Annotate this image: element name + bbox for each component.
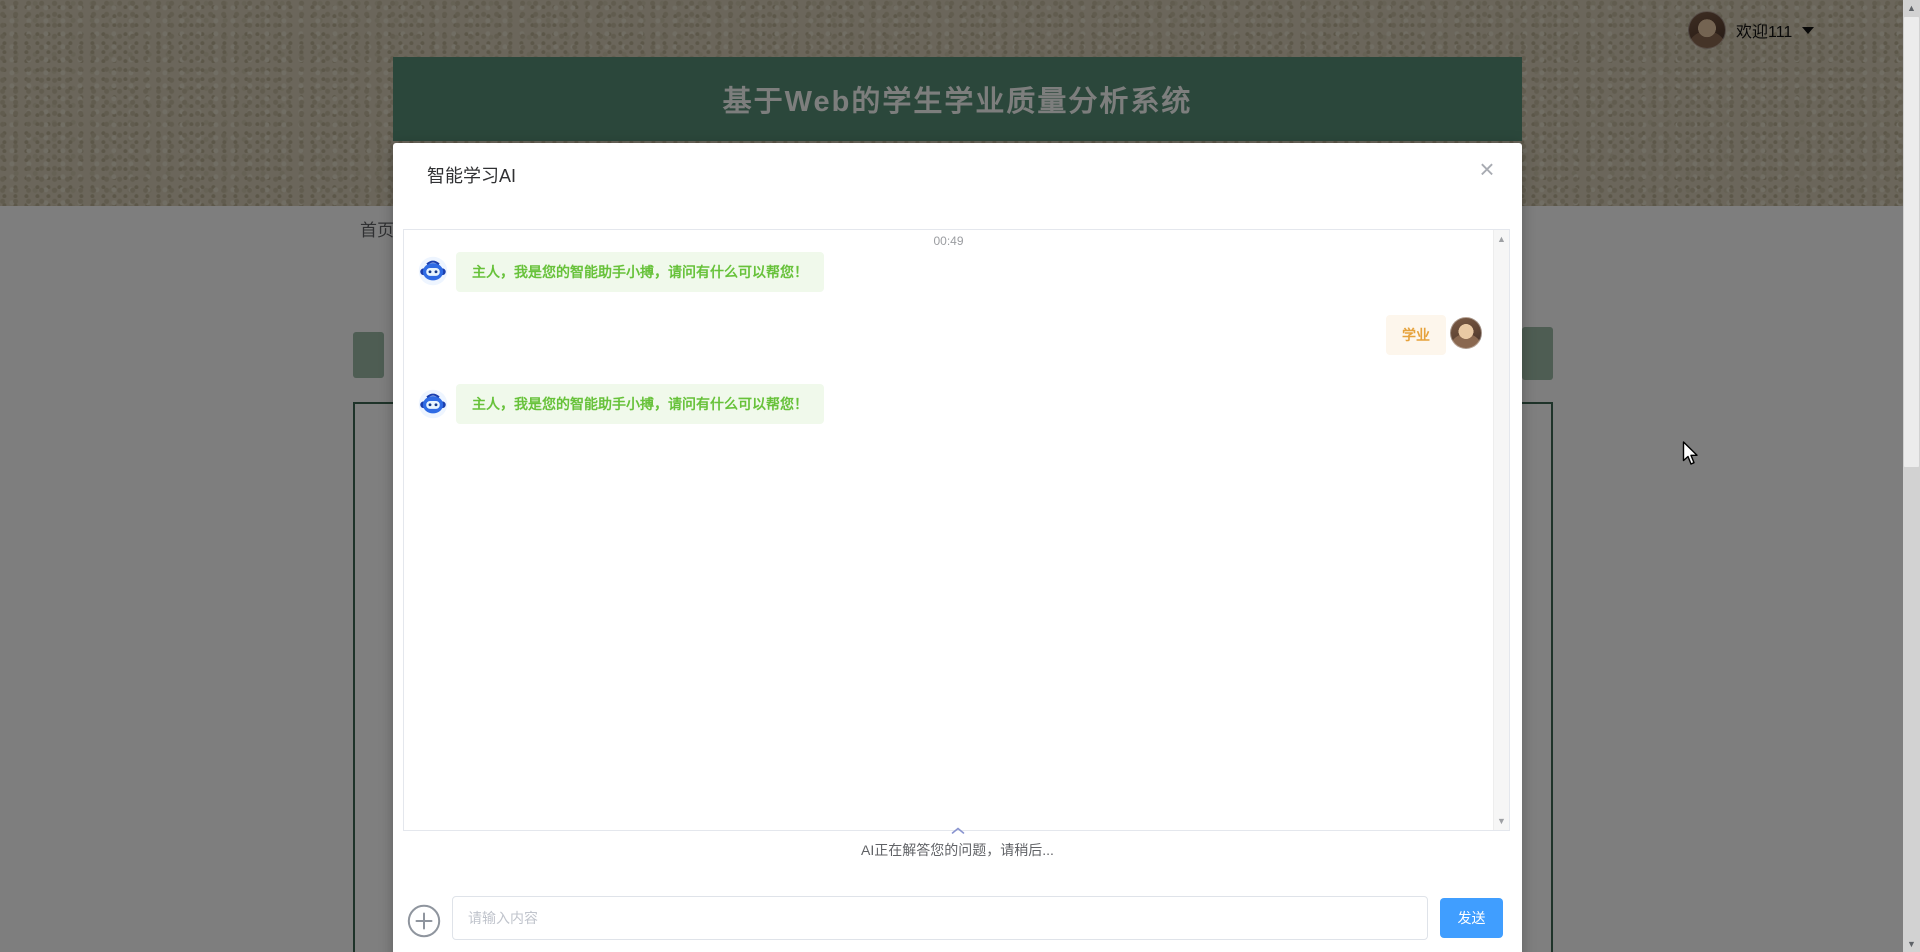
close-icon[interactable]: × [1472,155,1502,185]
robot-avatar-icon [418,389,448,419]
chat-message-area[interactable]: 00:49 主人，我是您的智能助手小搏，请问有什么可以帮您！ 学业 主人，我是您… [403,229,1510,831]
ai-status-text: AI正在解答您的问题，请稍后... [861,842,1054,858]
scroll-up-icon[interactable]: ▲ [1903,0,1920,16]
chat-timestamp: 00:49 [933,234,964,248]
chevron-up-icon [393,822,1522,840]
bot-message-bubble: 主人，我是您的智能助手小搏，请问有什么可以帮您！ [456,252,824,292]
scrollbar-thumb[interactable] [1904,17,1919,467]
scroll-down-icon[interactable]: ▼ [1903,936,1920,952]
ai-chat-dialog: 智能学习AI × 00:49 主人，我是您的智能助手小搏，请问有什么可以帮您！ [393,143,1522,952]
user-message-bubble: 学业 [1386,315,1446,355]
cursor-pointer-icon [1682,441,1704,471]
page-scrollbar[interactable]: ▲ ▼ [1903,0,1920,952]
user-avatar [1450,317,1482,349]
message-input[interactable] [452,896,1428,940]
screen: 基于Web的学生学业质量分析系统 欢迎111 首页 智能学习AI × 00:49 [0,0,1920,952]
plus-circle-icon[interactable] [407,904,441,938]
chat-scrollbar[interactable]: ▲ ▼ [1493,230,1509,830]
robot-avatar-icon [418,256,448,286]
scroll-up-icon[interactable]: ▲ [1494,232,1509,246]
send-button[interactable]: 发送 [1440,898,1503,938]
dialog-title: 智能学习AI [427,166,517,186]
chat-input-row: 发送 [393,896,1522,946]
bot-message-bubble: 主人，我是您的智能助手小搏，请问有什么可以帮您！ [456,384,824,424]
